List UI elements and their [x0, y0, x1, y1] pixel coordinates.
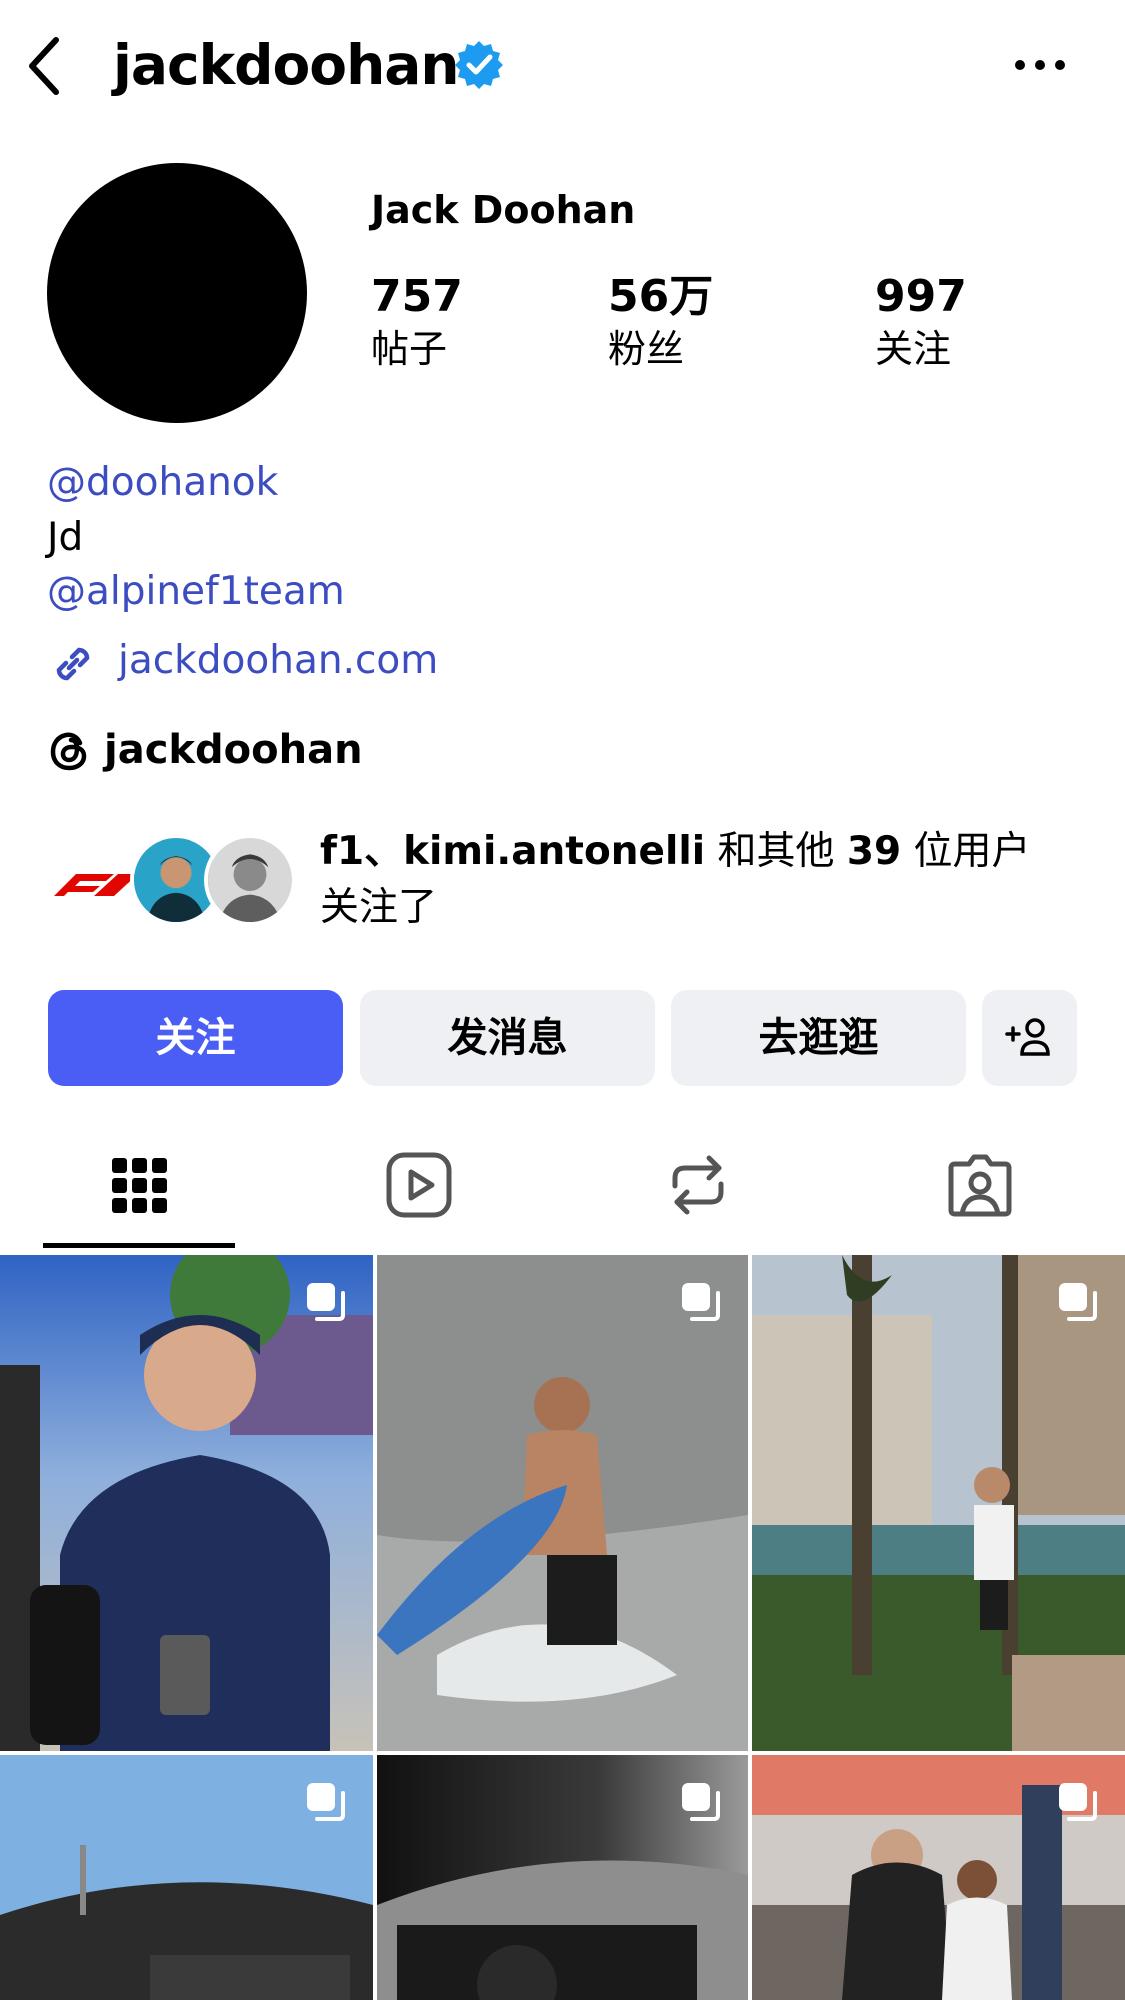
- add-person-icon: [1005, 1018, 1050, 1056]
- post-tile-3[interactable]: [752, 1255, 1125, 1751]
- link-icon: [56, 647, 90, 681]
- multiple-photos-icon: [307, 1283, 345, 1321]
- profile-username: jackdoohan: [113, 33, 460, 97]
- post-tile-2[interactable]: [377, 1255, 748, 1751]
- following-stat[interactable]: 997 关注: [875, 270, 967, 374]
- followed-by-connector: 和其他: [705, 829, 847, 874]
- more-options-icon[interactable]: [1012, 52, 1068, 78]
- explore-button[interactable]: 去逛逛: [671, 990, 966, 1086]
- verified-badge-icon: [455, 41, 503, 89]
- message-button[interactable]: 发消息: [360, 990, 655, 1086]
- posts-grid-icon[interactable]: [104, 1150, 174, 1220]
- threads-handle[interactable]: jackdoohan: [104, 722, 363, 778]
- back-arrow-icon[interactable]: [22, 34, 66, 98]
- suggested-users-button[interactable]: [982, 990, 1077, 1086]
- post-tile-1[interactable]: [0, 1255, 373, 1751]
- threads-icon[interactable]: [47, 728, 93, 774]
- followers-stat[interactable]: 56万 粉丝: [608, 270, 713, 374]
- multiple-photos-icon: [307, 1783, 345, 1821]
- tagged-icon[interactable]: [945, 1150, 1015, 1220]
- following-count: 997: [875, 271, 967, 322]
- multiple-photos-icon: [682, 1283, 720, 1321]
- display-name: Jack Doohan: [371, 188, 636, 232]
- post-tile-6[interactable]: [752, 1755, 1125, 2000]
- following-label: 关注: [875, 327, 952, 371]
- follower-avatar-other[interactable]: [204, 834, 296, 926]
- bio-text: Jd: [47, 515, 84, 560]
- multiple-photos-icon: [1059, 1783, 1097, 1821]
- follow-button[interactable]: 关注: [48, 990, 343, 1086]
- active-tab-indicator: [43, 1243, 235, 1248]
- profile-avatar[interactable]: [47, 163, 307, 423]
- post-tile-4[interactable]: [0, 1755, 373, 2000]
- posts-label: 帖子: [371, 327, 448, 371]
- reposts-icon[interactable]: [663, 1150, 733, 1220]
- multiple-photos-icon: [1059, 1283, 1097, 1321]
- multiple-photos-icon: [682, 1783, 720, 1821]
- posts-stat[interactable]: 757 帖子: [371, 270, 463, 374]
- reels-icon[interactable]: [384, 1150, 454, 1220]
- post-tile-5[interactable]: [377, 1755, 748, 2000]
- bio-mention-doohanok[interactable]: @doohanok: [47, 456, 278, 510]
- posts-count: 757: [371, 271, 463, 322]
- followers-count: 56万: [608, 271, 714, 322]
- bio-mention-alpinef1team[interactable]: @alpinef1team: [47, 565, 345, 619]
- followed-by-names: f1、kimi.antonelli: [320, 829, 706, 874]
- followers-label: 粉丝: [608, 327, 685, 371]
- followed-by-text[interactable]: f1、kimi.antonelli 和其他 39 位用户关注了: [320, 824, 1050, 936]
- website-link[interactable]: jackdoohan.com: [118, 634, 438, 688]
- f1-logo-icon: [54, 874, 138, 896]
- followed-by-count: 39: [846, 829, 902, 874]
